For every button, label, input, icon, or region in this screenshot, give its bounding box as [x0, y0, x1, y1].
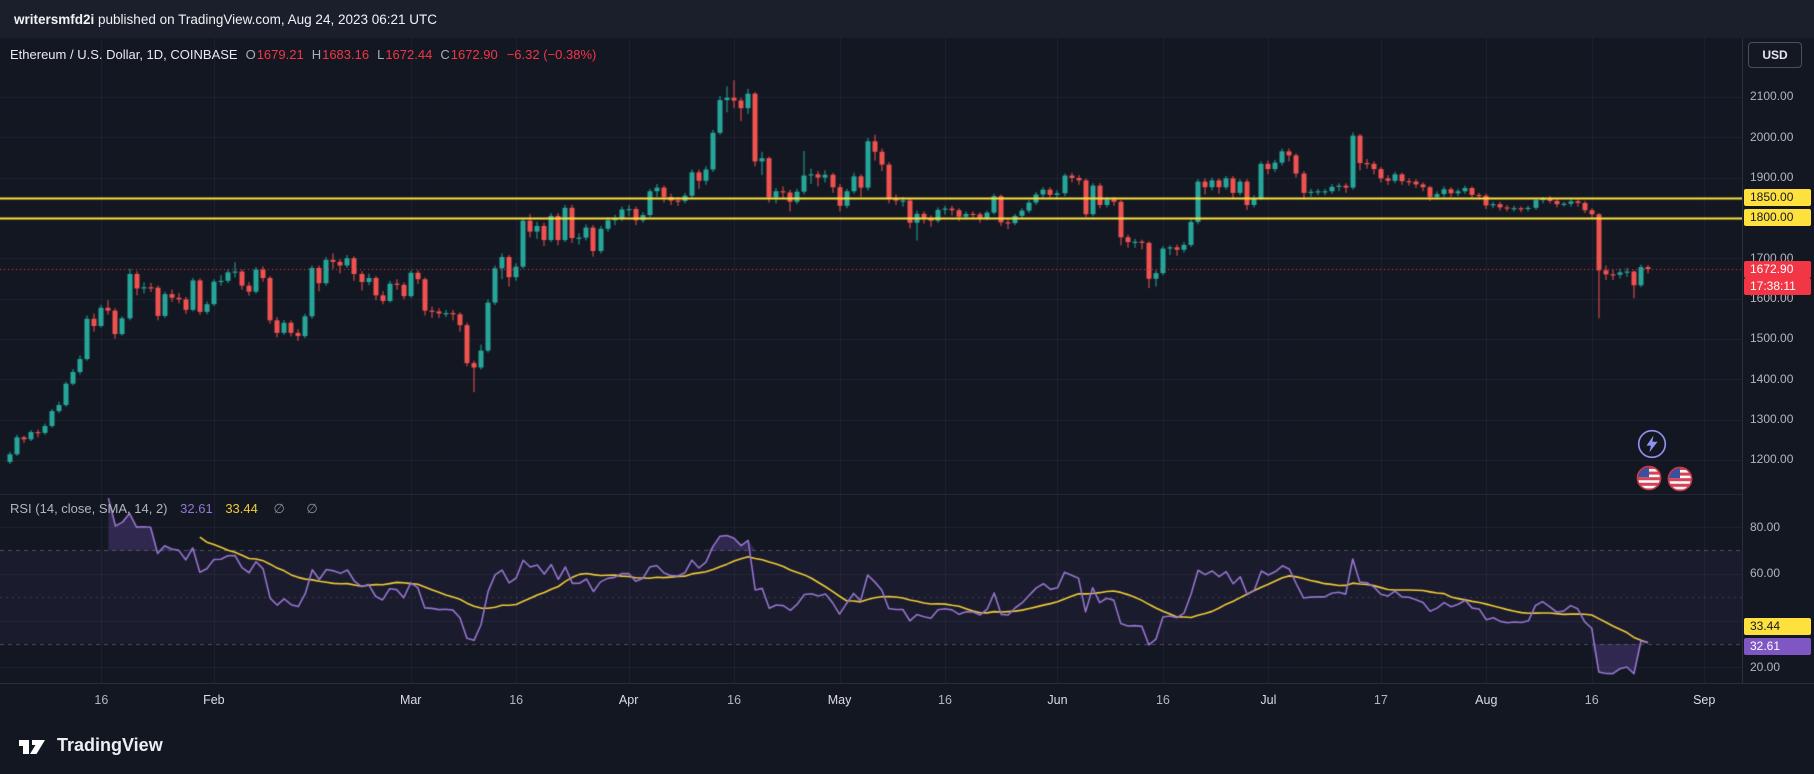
- rsi-axis-label: 60.00: [1744, 565, 1811, 582]
- tradingview-snapshot: writersmfd2i published on TradingView.co…: [0, 0, 1814, 774]
- change-value: −6.32 (−0.38%): [507, 47, 597, 62]
- rsi-value-badge: 32.61: [1744, 638, 1811, 655]
- low-value: 1672.44: [385, 47, 432, 62]
- time-axis-label: Jun: [1047, 693, 1067, 707]
- rsi-legend[interactable]: RSI (14, close, SMA, 14, 2) 32.61 33.44 …: [10, 501, 327, 517]
- publisher-bar: writersmfd2i published on TradingView.co…: [0, 0, 1814, 38]
- time-axis-label: Feb: [203, 693, 225, 707]
- chart-container: Ethereum / U.S. Dollar, 1D, COINBASE O16…: [0, 38, 1814, 683]
- time-axis[interactable]: 16 Feb Mar 16 Apr 16 May 16 Jun 16 Jul 17 Aug 16 Sep: [0, 683, 1814, 717]
- us-flag-event-icon[interactable]: [1636, 465, 1662, 491]
- rsi-axis-label: 80.00: [1744, 519, 1811, 536]
- time-axis-label: 16: [1156, 693, 1170, 707]
- time-axis-label: Jul: [1260, 693, 1276, 707]
- price-chart-canvas[interactable]: [0, 38, 1742, 495]
- rsi-title[interactable]: RSI (14, close, SMA, 14, 2): [10, 501, 168, 516]
- publisher-username: writersmfd2i: [14, 12, 94, 27]
- time-axis-label: 16: [1585, 693, 1599, 707]
- time-axis-label: 16: [94, 693, 108, 707]
- rsi-sma-badge: 33.44: [1744, 618, 1811, 635]
- us-flag-event-icon[interactable]: [1667, 466, 1693, 492]
- price-axis-label: 1200.00: [1744, 451, 1811, 468]
- close-value: 1672.90: [451, 47, 498, 62]
- high-label: H: [312, 47, 321, 62]
- rsi-sma-value: 33.44: [225, 501, 258, 516]
- current-price-badge: 1672.90: [1744, 261, 1811, 278]
- rsi-empty-plots: ∅ ∅: [273, 501, 326, 516]
- currency-toggle-button[interactable]: USD: [1748, 42, 1802, 68]
- close-label: C: [440, 47, 449, 62]
- time-axis-label: Mar: [400, 693, 422, 707]
- symbol-legend[interactable]: Ethereum / U.S. Dollar, 1D, COINBASE O16…: [10, 47, 596, 62]
- high-value: 1683.16: [322, 47, 369, 62]
- tradingview-logo-icon: [16, 734, 48, 758]
- price-axis-label: 2000.00: [1744, 129, 1811, 146]
- price-axis-label: 1300.00: [1744, 411, 1811, 428]
- time-axis-label: 17: [1374, 693, 1388, 707]
- time-axis-label: May: [828, 693, 852, 707]
- price-axis-label: 1400.00: [1744, 371, 1811, 388]
- time-axis-label: Apr: [619, 693, 638, 707]
- rsi-value: 32.61: [180, 501, 213, 516]
- lightning-icon[interactable]: [1637, 429, 1667, 459]
- price-level-label: 1850.00: [1744, 189, 1811, 206]
- price-level-label: 1800.00: [1744, 209, 1811, 226]
- low-label: L: [377, 47, 384, 62]
- publisher-text: published on TradingView.com, Aug 24, 20…: [94, 12, 437, 27]
- time-axis-label: 16: [509, 693, 523, 707]
- price-axis-label: 2100.00: [1744, 88, 1811, 105]
- time-axis-label: Aug: [1475, 693, 1497, 707]
- rsi-chart-canvas[interactable]: [0, 495, 1742, 683]
- time-axis-label: 16: [938, 693, 952, 707]
- open-value: 1679.21: [257, 47, 304, 62]
- rsi-axis-label: 20.00: [1744, 659, 1811, 676]
- price-axis-label: 1500.00: [1744, 330, 1811, 347]
- tradingview-brand-text: TradingView: [57, 735, 163, 756]
- pane-separator[interactable]: [0, 494, 1814, 495]
- time-axis-label: 16: [727, 693, 741, 707]
- price-axis-label: 1900.00: [1744, 169, 1811, 186]
- time-axis-label: Sep: [1693, 693, 1715, 707]
- tradingview-logo[interactable]: TradingView: [16, 734, 163, 758]
- open-label: O: [246, 47, 256, 62]
- countdown-badge: 17:38:11: [1744, 278, 1811, 295]
- symbol-title[interactable]: Ethereum / U.S. Dollar, 1D, COINBASE: [10, 47, 238, 62]
- price-axis[interactable]: 2100.002000.001900.001850.001800.001700.…: [1742, 38, 1814, 683]
- footer-bar: TradingView: [0, 717, 1814, 774]
